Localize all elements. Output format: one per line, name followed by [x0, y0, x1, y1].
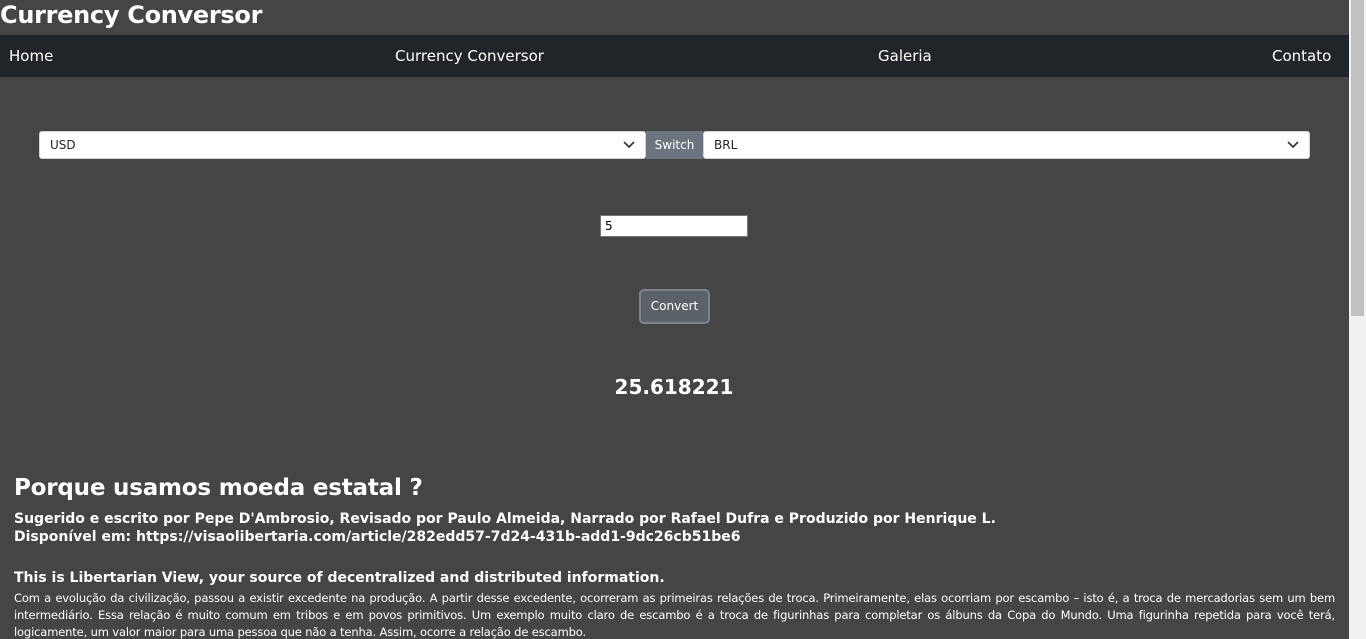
site-title: Currency Conversor	[0, 1, 263, 29]
nav-link-home[interactable]: Home	[9, 35, 53, 77]
chevron-down-icon	[623, 141, 635, 149]
conversion-result: 25.618221	[614, 375, 734, 399]
convert-button[interactable]: Convert	[639, 289, 710, 324]
article-source: Disponível em: https://visaolibertaria.c…	[14, 529, 741, 545]
navbar: Home Currency Conversor Galeria Contato	[0, 35, 1349, 77]
nav-link-currency-conversor[interactable]: Currency Conversor	[395, 35, 544, 77]
article-authors: Sugerido e escrito por Pepe D'Ambrosio, …	[14, 511, 996, 527]
from-currency-value: USD	[50, 138, 76, 152]
nav-link-galeria[interactable]: Galeria	[878, 35, 932, 77]
scrollbar-thumb[interactable]	[1351, 0, 1364, 316]
article-heading: Porque usamos moeda estatal ?	[14, 475, 423, 501]
to-currency-value: BRL	[714, 138, 738, 152]
switch-button[interactable]: Switch	[646, 131, 703, 159]
article: Porque usamos moeda estatal ? Sugerido e…	[14, 470, 1335, 639]
chevron-down-icon	[1287, 141, 1299, 149]
from-currency-select[interactable]: USD	[39, 131, 646, 159]
article-byline: Sugerido e escrito por Pepe D'Ambrosio, …	[14, 510, 1335, 546]
article-body: Com a evolução da civilização, passou a …	[14, 591, 1335, 639]
article-tagline: This is Libertarian View, your source of…	[14, 570, 665, 586]
nav-link-contato[interactable]: Contato	[1272, 35, 1331, 77]
page-scrollbar[interactable]	[1349, 0, 1366, 639]
page: Currency Conversor Home Currency Convers…	[0, 0, 1349, 639]
to-currency-select[interactable]: BRL	[703, 131, 1310, 159]
amount-input[interactable]	[600, 215, 748, 237]
